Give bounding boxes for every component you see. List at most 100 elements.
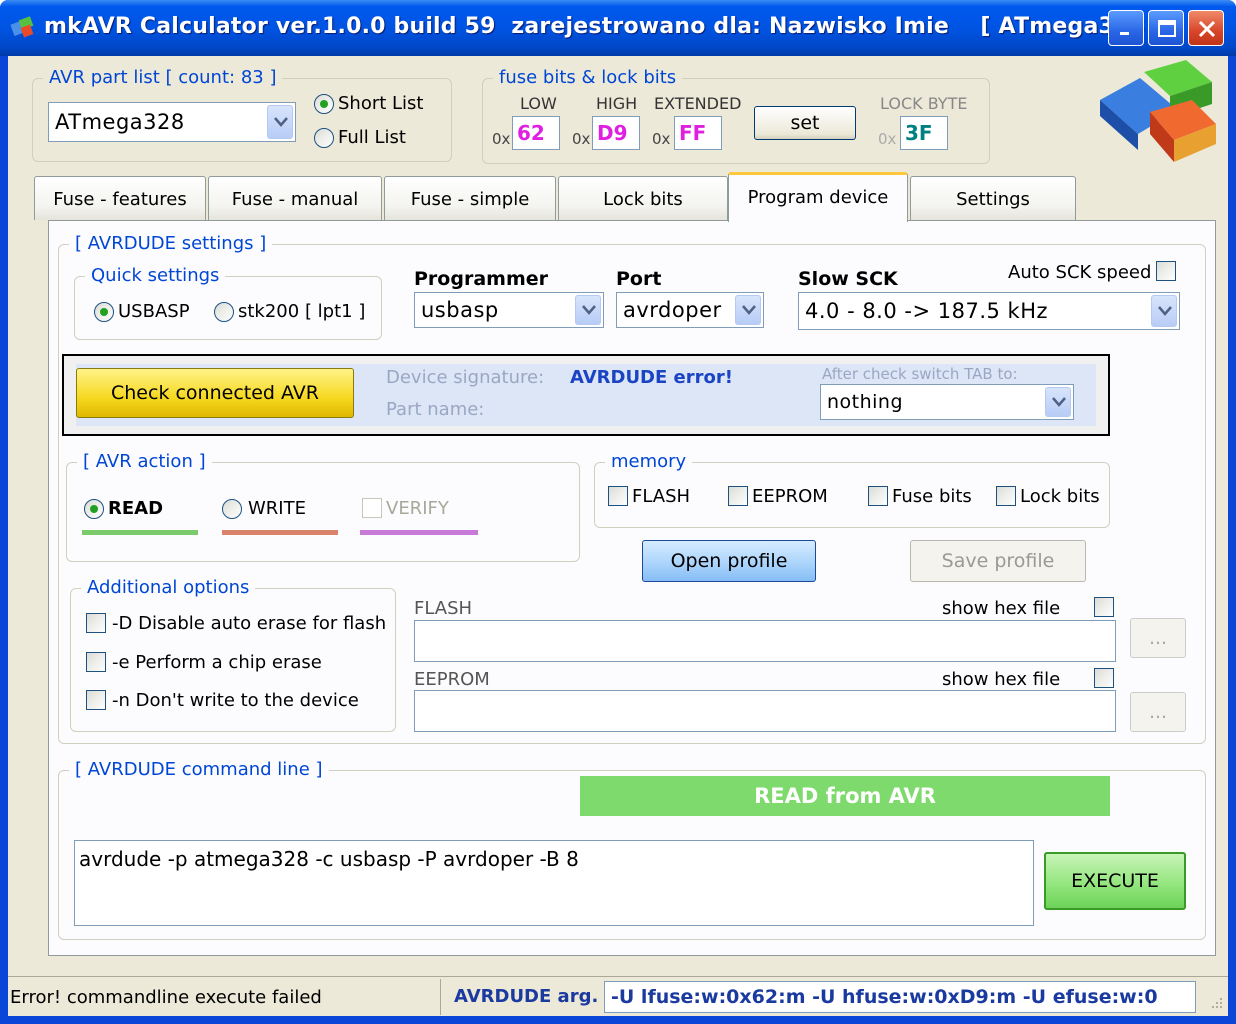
close-button[interactable] <box>1188 10 1224 46</box>
execute-button[interactable]: EXECUTE <box>1044 852 1186 910</box>
stk200-radio[interactable] <box>214 302 234 322</box>
programmer-select[interactable]: usbasp <box>414 292 604 328</box>
slow-sck-value: 4.0 - 8.0 -> 187.5 kHz <box>805 299 1049 323</box>
lock-prefix: 0x <box>878 130 897 148</box>
flash-file-input[interactable] <box>414 620 1116 662</box>
usbasp-radio[interactable] <box>94 302 114 322</box>
status-message: Error! commandline execute failed <box>10 987 322 1008</box>
command-line-title: [ AVRDUDE command line ] <box>69 759 329 780</box>
eeprom-show-hex-checkbox[interactable] <box>1094 668 1114 688</box>
extended-prefix: 0x <box>652 130 671 148</box>
tab-program-device-label: Program device <box>747 187 889 208</box>
slow-sck-select[interactable]: 4.0 - 8.0 -> 187.5 kHz <box>798 292 1180 330</box>
tab-fuse-manual[interactable]: Fuse - manual <box>208 176 382 220</box>
chevron-down-icon[interactable] <box>735 295 761 325</box>
after-check-value: nothing <box>827 391 904 413</box>
low-label: LOW <box>520 94 557 113</box>
tab-lock-bits-label: Lock bits <box>603 189 683 210</box>
high-label: HIGH <box>596 94 638 113</box>
memory-fuse-bits-label: Fuse bits <box>892 486 972 507</box>
memory-lock-bits-checkbox[interactable] <box>996 486 1016 506</box>
flash-show-hex-label: show hex file <box>942 598 1061 619</box>
tab-settings[interactable]: Settings <box>910 176 1076 220</box>
save-profile-button[interactable]: Save profile <box>910 540 1086 582</box>
auto-sck-checkbox[interactable] <box>1156 261 1176 281</box>
verify-color-bar <box>360 530 478 535</box>
part-select-value: ATmega328 <box>55 110 185 134</box>
stk200-label: stk200 [ lpt1 ] <box>238 301 366 322</box>
option-no-write-label: -n Don't write to the device <box>112 690 359 711</box>
short-list-label: Short List <box>338 93 424 114</box>
after-check-select[interactable]: nothing <box>820 384 1074 420</box>
flash-show-hex-checkbox[interactable] <box>1094 597 1114 617</box>
command-textarea[interactable]: avrdude -p atmega328 -c usbasp -P avrdop… <box>74 840 1034 926</box>
option-no-write-checkbox[interactable] <box>86 690 106 710</box>
memory-eeprom-checkbox[interactable] <box>728 486 748 506</box>
write-radio[interactable] <box>222 499 242 519</box>
memory-title: memory <box>605 451 693 472</box>
open-profile-label: Open profile <box>670 550 788 572</box>
save-profile-label: Save profile <box>941 550 1055 572</box>
memory-flash-checkbox[interactable] <box>608 486 628 506</box>
chevron-down-icon[interactable] <box>267 105 293 139</box>
tab-program-device[interactable]: Program device <box>728 172 908 222</box>
write-color-bar <box>222 530 338 535</box>
usbasp-label: USBASP <box>118 301 190 322</box>
app-window: mkAVR Calculator ver.1.0.0 build 59 zare… <box>0 0 1236 1024</box>
port-select[interactable]: avrdoper <box>616 292 764 328</box>
verify-checkbox[interactable] <box>362 498 382 518</box>
high-fuse-field[interactable]: D9 <box>592 116 640 150</box>
chevron-down-icon[interactable] <box>575 295 601 325</box>
flash-browse-button[interactable]: ... <box>1130 618 1186 658</box>
flash-file-label: FLASH <box>414 598 473 619</box>
avrdude-args-label: AVRDUDE arg. <box>454 986 599 1007</box>
minimize-button[interactable] <box>1108 10 1144 46</box>
set-fuses-label: set <box>790 112 820 134</box>
open-profile-button[interactable]: Open profile <box>642 540 816 582</box>
full-list-radio[interactable] <box>314 128 334 148</box>
full-list-label: Full List <box>338 127 406 148</box>
check-avr-button[interactable]: Check connected AVR <box>76 368 354 418</box>
auto-sck-label: Auto SCK speed <box>1008 262 1152 283</box>
extended-fuse-field[interactable]: FF <box>674 116 722 150</box>
avrdude-args-field[interactable]: -U lfuse:w:0x62:m -U hfuse:w:0xD9:m -U e… <box>604 981 1196 1013</box>
app-icon <box>10 16 34 38</box>
set-fuses-button[interactable]: set <box>754 106 856 140</box>
memory-fuse-bits-checkbox[interactable] <box>868 486 888 506</box>
maximize-button[interactable] <box>1148 10 1184 46</box>
title-bar[interactable]: mkAVR Calculator ver.1.0.0 build 59 zare… <box>0 0 1236 56</box>
short-list-radio[interactable] <box>314 94 334 114</box>
fuse-bits-title: fuse bits & lock bits <box>493 67 683 88</box>
option-disable-erase-checkbox[interactable] <box>86 613 106 633</box>
resize-grip-icon[interactable] <box>1208 996 1224 1012</box>
chevron-down-icon[interactable] <box>1045 387 1071 417</box>
avrdude-settings-title: [ AVRDUDE settings ] <box>69 233 273 254</box>
option-chip-erase-checkbox[interactable] <box>86 652 106 672</box>
low-fuse-field[interactable]: 62 <box>512 116 560 150</box>
port-label: Port <box>616 268 662 290</box>
part-list-title: AVR part list [ count: 83 ] <box>43 67 283 88</box>
eeprom-browse-button[interactable]: ... <box>1130 692 1186 732</box>
app-logo <box>1100 60 1216 162</box>
memory-eeprom-label: EEPROM <box>752 486 828 507</box>
maximize-icon <box>1158 20 1176 37</box>
tab-fuse-simple[interactable]: Fuse - simple <box>384 176 556 220</box>
window-title: mkAVR Calculator ver.1.0.0 build 59 zare… <box>44 14 1164 39</box>
chevron-down-icon[interactable] <box>1151 295 1177 327</box>
tab-fuse-simple-label: Fuse - simple <box>410 189 530 210</box>
eeprom-show-hex-label: show hex file <box>942 669 1061 690</box>
part-select[interactable]: ATmega328 <box>48 102 296 142</box>
eeprom-file-input[interactable] <box>414 690 1116 732</box>
lock-byte-field[interactable]: 3F <box>900 116 948 150</box>
read-radio[interactable] <box>84 499 104 519</box>
extended-label: EXTENDED <box>654 94 742 113</box>
tab-lock-bits[interactable]: Lock bits <box>558 176 728 220</box>
port-value: avrdoper <box>623 298 722 322</box>
tab-fuse-features[interactable]: Fuse - features <box>34 176 206 220</box>
status-divider <box>440 979 441 1015</box>
tab-fuse-features-label: Fuse - features <box>53 189 187 210</box>
eeprom-file-label: EEPROM <box>414 669 490 690</box>
device-signature-value: AVRDUDE error! <box>570 367 733 388</box>
eeprom-browse-label: ... <box>1148 701 1168 723</box>
high-prefix: 0x <box>572 130 591 148</box>
